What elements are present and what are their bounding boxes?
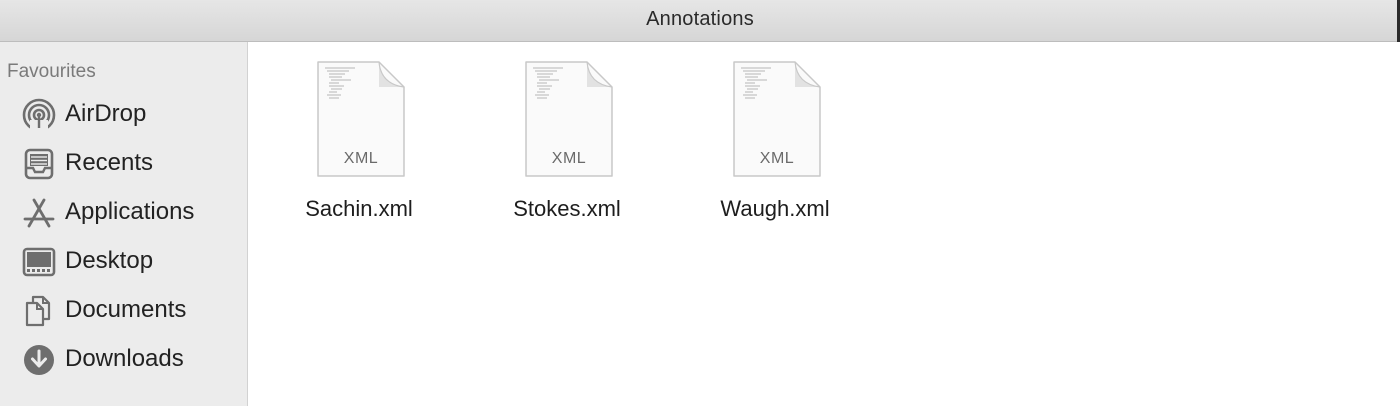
sidebar-item-label: AirDrop	[65, 100, 147, 127]
window-title: Annotations	[646, 8, 754, 30]
desktop-icon	[22, 245, 56, 279]
file-name: Waugh.xml	[720, 196, 830, 221]
file-browser-content: XML Sachin.xml XML Stokes.xml XML Waugh.…	[249, 42, 1400, 406]
sidebar-item-label: Downloads	[65, 345, 184, 372]
sidebar-item-label: Documents	[65, 296, 187, 323]
documents-icon	[22, 294, 56, 328]
file-type-label: XML	[759, 150, 795, 167]
sidebar-item-downloads[interactable]: Downloads	[0, 337, 247, 381]
sidebar-item-desktop[interactable]: Desktop	[0, 239, 247, 283]
file-name: Sachin.xml	[305, 196, 413, 221]
sidebar-item-recents[interactable]: Recents	[0, 141, 247, 185]
airdrop-icon	[22, 98, 56, 132]
title-bar[interactable]: Annotations	[0, 0, 1400, 42]
sidebar-item-label: Desktop	[65, 247, 154, 274]
file-type-label: XML	[551, 150, 587, 167]
sidebar-item-applications[interactable]: Applications	[0, 190, 247, 234]
sidebar-section-favourites: Favourites	[7, 61, 96, 82]
downloads-icon	[22, 343, 56, 377]
applications-icon	[22, 196, 56, 230]
sidebar: Favourites AirDrop Recents Applications …	[0, 42, 248, 406]
file-item-waugh[interactable]: XML Waugh.xml	[675, 60, 875, 240]
sidebar-item-label: Recents	[65, 149, 154, 176]
sidebar-item-documents[interactable]: Documents	[0, 288, 247, 332]
sidebar-item-airdrop[interactable]: AirDrop	[0, 92, 247, 136]
recents-icon	[22, 147, 56, 181]
file-item-stokes[interactable]: XML Stokes.xml	[467, 60, 667, 240]
file-item-sachin[interactable]: XML Sachin.xml	[259, 60, 459, 240]
file-name: Stokes.xml	[513, 196, 621, 221]
finder-window: Annotations Favourites AirDrop Recents A…	[0, 0, 1400, 406]
file-type-label: XML	[343, 150, 379, 167]
sidebar-item-label: Applications	[65, 198, 195, 225]
